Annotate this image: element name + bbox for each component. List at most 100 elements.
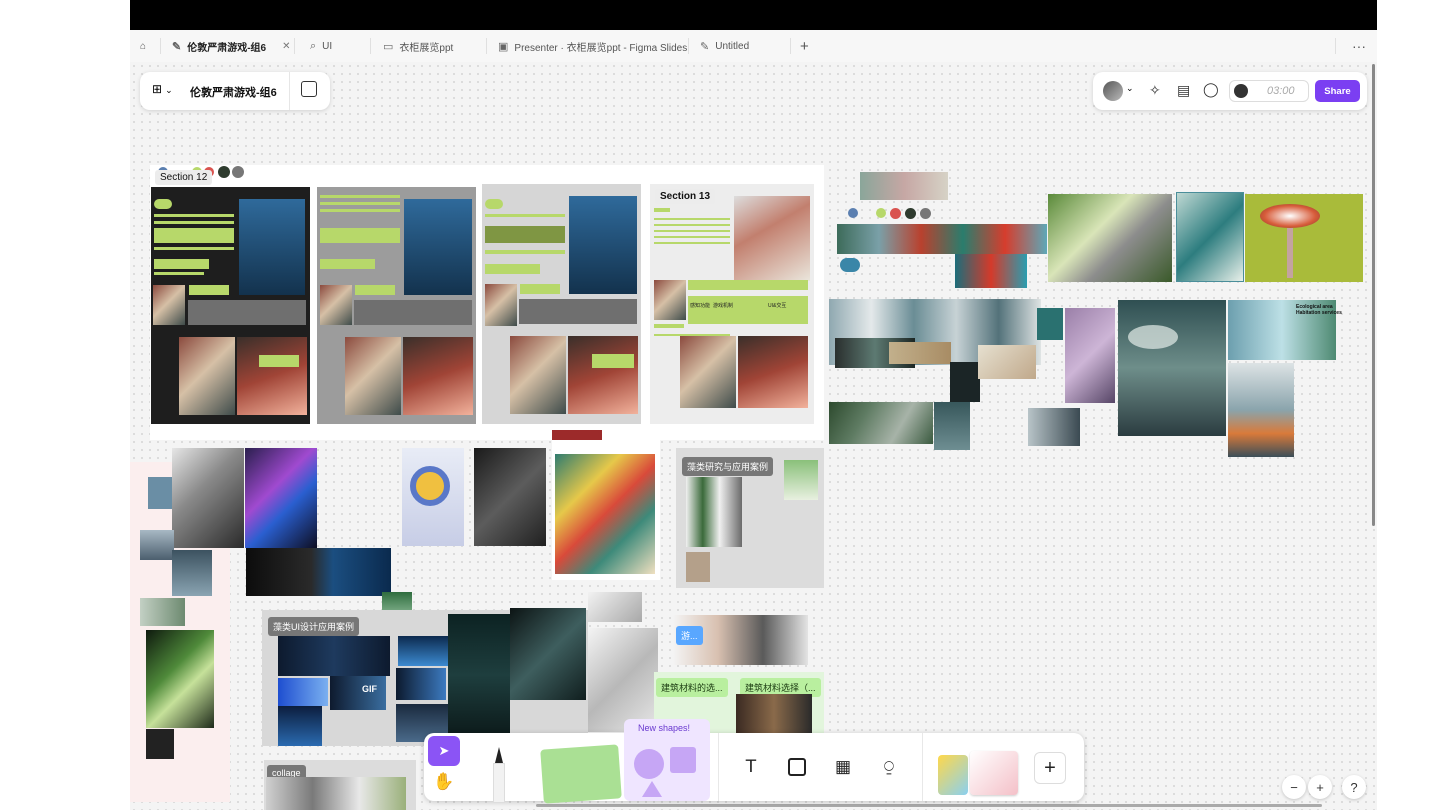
section-tag[interactable]: 建筑材料的选... [656,678,728,697]
horizontal-scrollbar[interactable] [536,804,1322,807]
image-thumbnail[interactable] [1048,194,1172,282]
avatar[interactable] [1103,81,1123,101]
image-thumbnail[interactable] [402,448,464,546]
poster-thumbnail[interactable] [317,187,476,424]
image-thumbnail[interactable] [172,550,212,596]
move-tool[interactable]: ➤ [428,736,460,766]
section-label[interactable]: Section 12 [155,170,213,185]
zoom-out-button[interactable]: − [1282,775,1306,799]
sticky-note-tool[interactable] [540,744,622,804]
widgets-button[interactable] [938,749,1028,799]
image-thumbnail[interactable] [396,668,446,700]
poster-thumbnail[interactable] [151,187,310,424]
pen-tool[interactable] [488,747,510,803]
file-title[interactable]: 伦敦严肃游戏-组6 [190,84,277,100]
image-thumbnail[interactable] [1037,308,1063,340]
image-thumbnail[interactable] [146,729,174,759]
canvas[interactable]: ⊞ ⌄ 伦敦严肃游戏-组6 ⌄ ✧ ▤ ◯ 03:00 Share Section… [130,62,1377,810]
plus-icon: + [800,37,809,55]
image-thumbnail[interactable] [784,460,818,500]
table-tool[interactable]: ▦ [828,752,858,782]
section-tag[interactable]: 藻类UI设计应用案例 [268,617,360,636]
image-thumbnail[interactable] [172,448,244,548]
image-thumbnail[interactable] [588,592,642,622]
image-thumbnail[interactable] [1028,408,1080,446]
hand-tool[interactable]: ✋ [428,767,460,797]
image-thumbnail[interactable] [950,362,980,402]
tab-label: Untitled [715,40,750,52]
vertical-scrollbar[interactable] [1372,64,1375,526]
more-menu-button[interactable]: ··· [1342,30,1372,62]
section-13-text: 游戏机制 [713,303,734,309]
image-thumbnail[interactable] [736,694,812,736]
image-thumbnail[interactable] [266,777,406,810]
section-tag[interactable]: 藻类研究与应用案例 [682,457,774,476]
image-thumbnail[interactable] [146,630,214,728]
main-menu-button[interactable]: ⊞ ⌄ [152,82,173,96]
stamp-tool[interactable]: ⍜ [874,752,904,782]
ai-sparkle-icon[interactable]: ✧ [1149,82,1161,99]
image-thumbnail[interactable]: GIF [330,676,386,710]
image-thumbnail[interactable] [934,402,970,450]
image-thumbnail[interactable] [686,552,710,582]
image-strip[interactable] [837,224,1047,254]
image-thumbnail[interactable] [148,477,172,509]
image-thumbnail[interactable] [840,258,860,272]
chevron-down-icon[interactable]: ⌄ [1126,83,1134,94]
image-thumbnail[interactable] [474,448,546,546]
section-13[interactable]: 感知功能 游戏机制 UI&交互 [650,184,814,424]
image-thumbnail[interactable] [398,636,448,666]
stamp-icon: ⍜ [883,757,895,776]
tab-presenter[interactable]: ▣ Presenter · 衣柜展览ppt - Figma Slides [488,30,688,62]
image-thumbnail[interactable] [860,172,948,200]
image-thumbnail[interactable] [1245,194,1363,282]
poster-thumbnail[interactable] [552,430,660,580]
image-thumbnail[interactable] [829,402,933,444]
share-button[interactable]: Share [1315,80,1360,102]
image-thumbnail[interactable] [588,628,658,732]
widget-icon [938,755,968,795]
image-thumbnail[interactable] [1228,363,1294,457]
shapes-tool[interactable]: New shapes! [624,719,710,801]
image-thumbnail[interactable] [245,448,317,548]
section-icon [788,758,806,776]
tab-ui[interactable]: ⌕ UI [300,30,370,62]
swatch [876,208,886,218]
image-thumbnail[interactable] [1118,300,1226,436]
image-thumbnail[interactable] [1065,308,1115,403]
image-thumbnail[interactable] [889,342,951,364]
image-thumbnail[interactable] [246,548,391,596]
comment-icon[interactable]: ◯ [1203,81,1219,98]
timer-widget[interactable]: 03:00 [1229,80,1309,102]
new-tab-button[interactable]: + [790,30,820,62]
image-thumbnail[interactable] [686,477,742,547]
swatch [890,208,901,219]
image-thumbnail[interactable]: Ecological area Habitation services [1228,300,1342,360]
section-tool[interactable] [782,752,812,782]
tab-slides[interactable]: ▭ 衣柜展览ppt [373,30,485,62]
image-thumbnail[interactable] [510,608,586,700]
close-tab-icon[interactable]: ✕ [282,41,290,52]
gif-badge: GIF [362,684,377,694]
layout-icon[interactable]: ▤ [1177,82,1190,99]
home-tab[interactable]: ⌂ [130,30,160,62]
text-tool[interactable]: T [736,752,766,782]
image-thumbnail[interactable] [278,636,390,676]
image-thumbnail[interactable] [140,530,174,560]
tab-file-active[interactable]: ✎ 伦敦严肃游戏-组6 ✕ [162,30,292,62]
image-thumbnail[interactable] [448,614,510,736]
poster-thumbnail[interactable] [482,184,641,424]
section-tag[interactable]: 游... [676,626,703,645]
pages-toggle-icon[interactable] [301,81,317,97]
image-thumbnail[interactable] [955,254,1027,288]
image-thumbnail[interactable] [978,345,1036,379]
tab-untitled[interactable]: ✎ Untitled [690,30,790,62]
add-button[interactable]: + [1034,752,1066,784]
image-thumbnail[interactable] [278,678,328,706]
image-thumbnail[interactable] [278,706,322,746]
help-button[interactable]: ? [1342,775,1366,799]
image-thumbnail[interactable] [140,598,185,626]
zoom-in-button[interactable]: + [1308,775,1332,799]
section-label[interactable]: Section 13 [655,189,716,204]
image-thumbnail[interactable] [1176,192,1244,282]
